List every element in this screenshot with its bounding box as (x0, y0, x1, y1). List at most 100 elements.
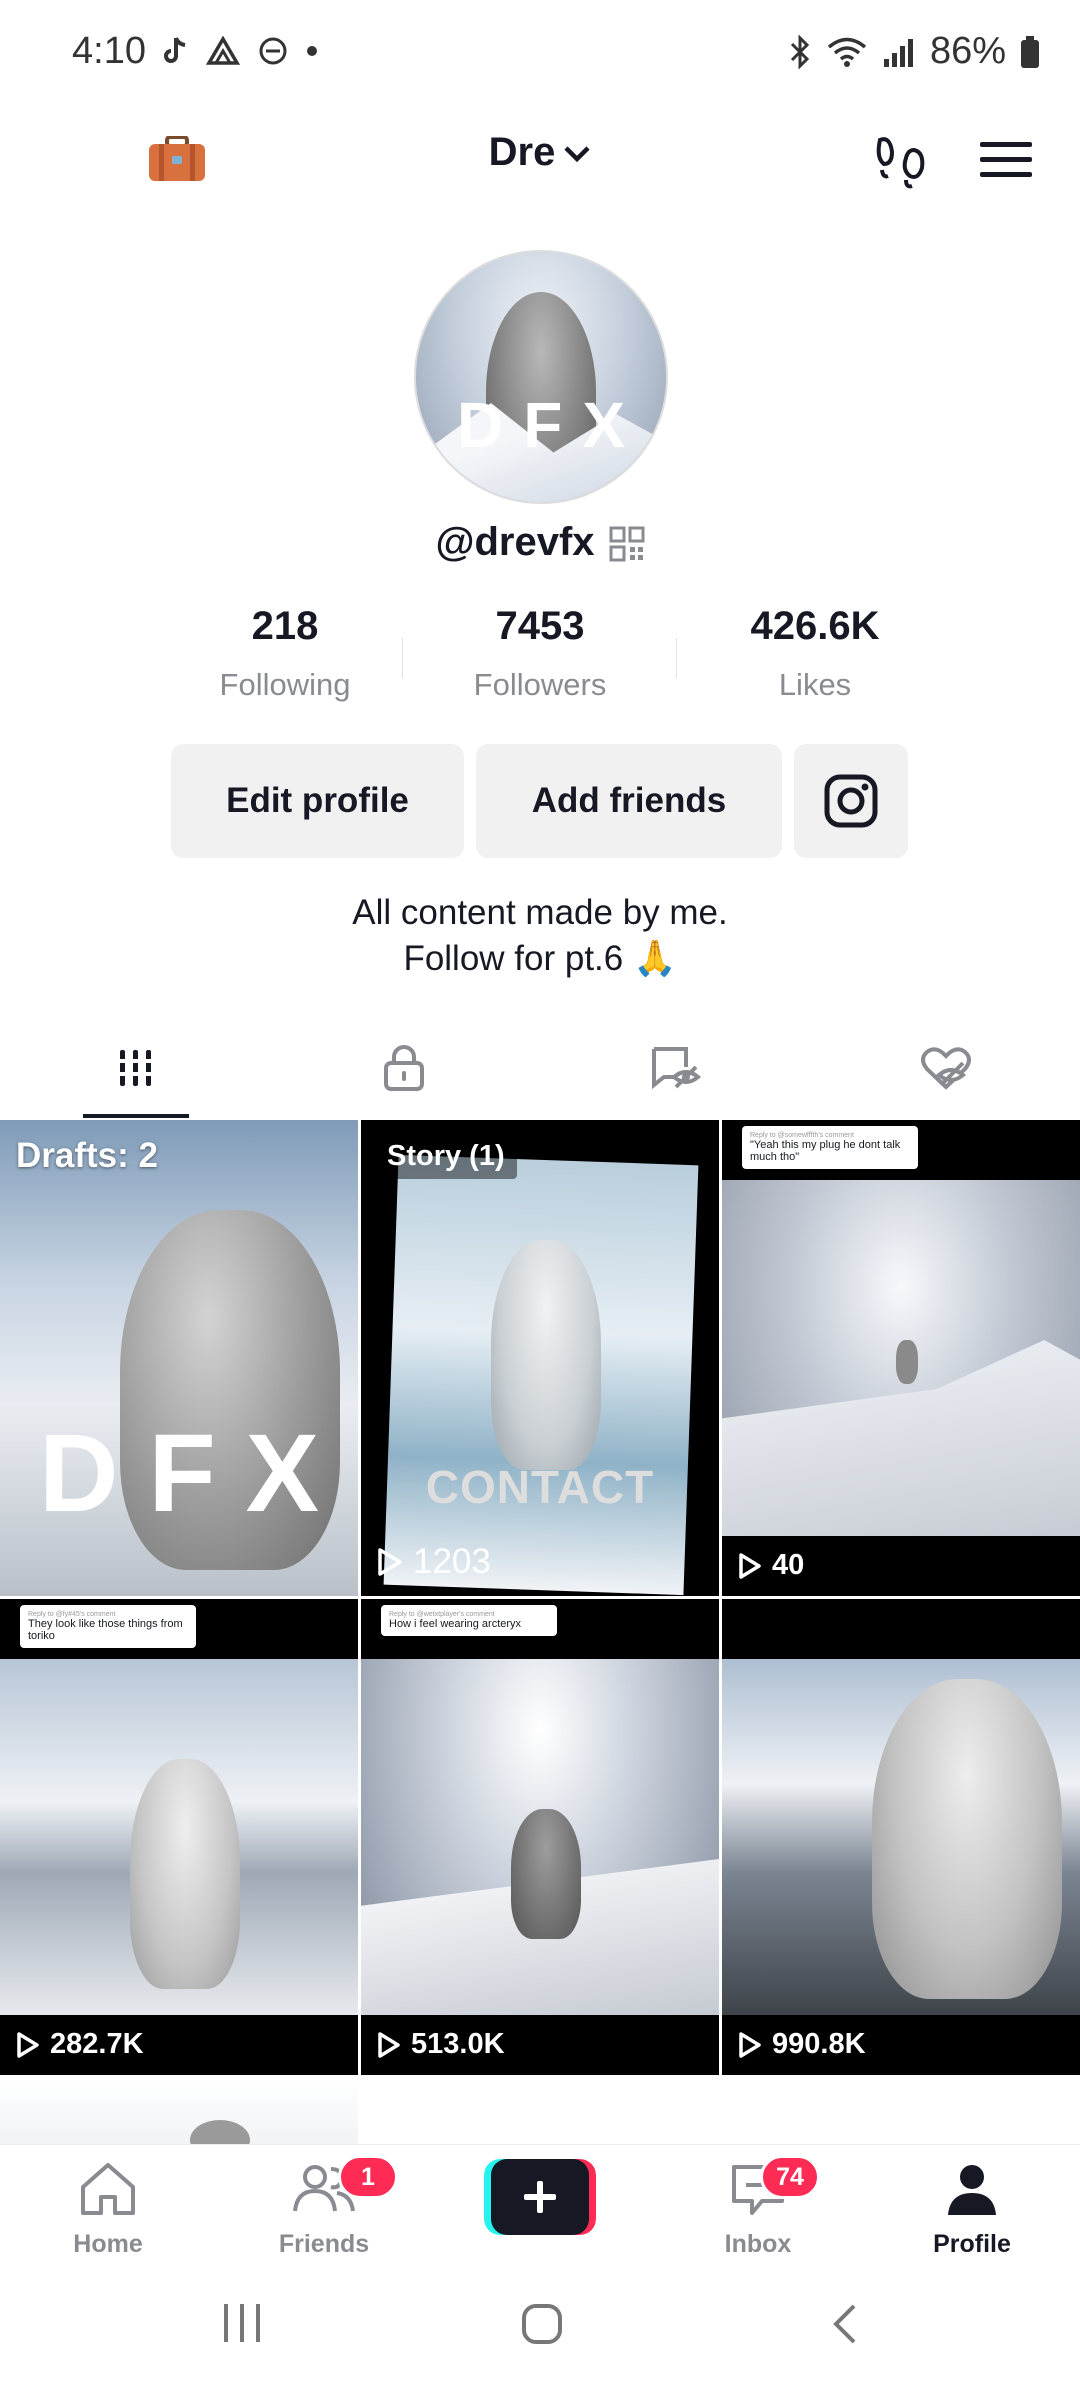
nav-friends[interactable]: Friends 1 (244, 2155, 404, 2259)
menu-icon[interactable] (980, 140, 1032, 180)
tiktok-icon (164, 37, 186, 63)
reply-text: "Yeah this my plug he dont talk much tho… (750, 1139, 901, 1163)
bluetooth-icon (790, 34, 810, 69)
reply-subtitle: Reply to @somewfffth's comment (750, 1132, 854, 1139)
view-count-text: 990.8K (772, 2028, 866, 2060)
avatar-logo-text: DFX (457, 389, 645, 461)
video-tile[interactable]: Reply to @wetxtplayer's comment How i fe… (361, 1599, 719, 2075)
tile-creature (130, 1759, 240, 1989)
edit-profile-button[interactable]: Edit profile (171, 744, 464, 858)
nav-inbox[interactable]: Inbox 74 (678, 2155, 838, 2259)
profile-header: Dre (0, 108, 1080, 212)
stat-value: 218 (251, 604, 319, 648)
reply-text: They look like those things from toriko (28, 1618, 183, 1642)
dnd-icon (259, 37, 287, 65)
tab-reposts[interactable] (626, 1038, 726, 1098)
grid-icon (116, 1050, 156, 1086)
lock-icon (384, 1045, 424, 1091)
stat-value: 426.6K (750, 604, 880, 648)
view-count-text: 40 (772, 1549, 805, 1581)
reply-text: How i feel wearing arcteryx (389, 1618, 522, 1630)
view-count: 40 (738, 1549, 804, 1582)
drafts-label: Drafts: 2 (16, 1136, 158, 1175)
nav-label: Inbox (724, 2230, 792, 2258)
drive-icon (206, 36, 240, 65)
reply-bubble: Reply to @somewfffth's comment "Yeah thi… (742, 1126, 918, 1169)
story-caption: CONTACT (425, 1461, 655, 1513)
username-row: @drevfx (0, 520, 1080, 565)
tab-liked[interactable] (896, 1038, 996, 1098)
story-tile[interactable]: CONTACT Story (1) 1203 (361, 1120, 719, 1596)
inbox-badge: 74 (760, 2155, 820, 2199)
system-navigation-bar (0, 2264, 1080, 2400)
tile-creature (872, 1679, 1062, 1999)
hidden-heart-icon (921, 1047, 971, 1090)
qr-code-icon[interactable] (609, 526, 645, 562)
nav-label: Friends (278, 2230, 370, 2258)
view-count: 513.0K (377, 2028, 505, 2061)
drafts-logo-text: DFX (39, 1412, 349, 1535)
tile-creature (491, 1240, 601, 1470)
status-right-group: 86% (788, 30, 1040, 73)
bio-line: Follow for pt.6 🙏 (403, 939, 677, 978)
stat-divider (676, 638, 677, 678)
stat-label: Followers (473, 667, 607, 702)
tile-creature (511, 1809, 581, 1939)
reply-bubble: Reply to @wetxtplayer's comment How i fe… (381, 1605, 557, 1636)
tab-private[interactable] (354, 1038, 454, 1098)
profile-icon (948, 2165, 996, 2215)
view-count: 282.7K (16, 2028, 144, 2061)
nav-profile[interactable]: Profile (892, 2161, 1052, 2259)
stat-value: 7453 (495, 604, 585, 648)
tab-videos[interactable] (86, 1038, 186, 1098)
battery-percent: 86% (929, 30, 1006, 72)
stat-label: Likes (778, 667, 852, 702)
video-tile[interactable]: 990.8K (722, 1599, 1080, 2075)
stat-divider (402, 638, 403, 678)
view-count-text: 513.0K (411, 2028, 505, 2060)
play-icon (739, 2031, 761, 2058)
status-time: 4:10 (72, 30, 146, 72)
profile-stats: 218 Following 7453 Followers 426.6K Like… (155, 604, 925, 714)
stat-following[interactable]: 218 Following (155, 604, 415, 703)
footprints-icon[interactable] (874, 134, 928, 190)
instagram-icon (824, 774, 878, 828)
view-count: 1203 (377, 1542, 491, 1582)
signal-icon (883, 38, 913, 67)
profile-tabs (0, 1020, 1080, 1120)
home-system-icon[interactable] (520, 2302, 564, 2346)
back-icon[interactable] (830, 2302, 860, 2346)
tile-creature (896, 1340, 918, 1384)
create-button[interactable] (484, 2159, 596, 2235)
nav-home[interactable]: Home (28, 2161, 188, 2259)
play-icon (739, 1552, 761, 1579)
play-icon (378, 2031, 400, 2058)
home-icon (81, 2163, 135, 2215)
add-friends-button[interactable]: Add friends (476, 744, 782, 858)
nav-label: Home (73, 2230, 143, 2258)
video-tile[interactable]: Reply to @somewfffth's comment "Yeah thi… (722, 1120, 1080, 1596)
status-bar: 4:10 86% (0, 0, 1080, 108)
video-tile[interactable]: Reply to @fy#45's comment They look like… (0, 1599, 358, 2075)
view-count-text: 282.7K (50, 2028, 144, 2060)
view-count-text: 1203 (413, 1542, 491, 1581)
dot-icon (307, 46, 317, 56)
active-tab-indicator (83, 1114, 189, 1118)
avatar[interactable]: DFX (414, 250, 668, 504)
recent-apps-icon[interactable] (220, 2302, 264, 2344)
bottom-nav: Home Friends 1 Inbox 74 Profile (0, 2144, 1080, 2265)
video-tile[interactable] (0, 2078, 358, 2144)
stat-followers[interactable]: 7453 Followers (410, 604, 670, 703)
play-icon (17, 2031, 39, 2058)
status-notification-icons (162, 36, 318, 66)
stat-likes[interactable]: 426.6K Likes (685, 604, 945, 703)
bio-line: All content made by me. (352, 893, 728, 932)
drafts-tile[interactable]: DFX Drafts: 2 (0, 1120, 358, 1596)
friends-badge: 1 (338, 2155, 398, 2199)
reply-subtitle: Reply to @wetxtplayer's comment (389, 1611, 495, 1618)
repost-icon (652, 1047, 702, 1090)
reply-subtitle: Reply to @fy#45's comment (28, 1611, 116, 1618)
instagram-button[interactable] (794, 744, 908, 858)
bio: All content made by me. Follow for pt.6 … (0, 890, 1080, 982)
stat-label: Following (219, 667, 351, 702)
